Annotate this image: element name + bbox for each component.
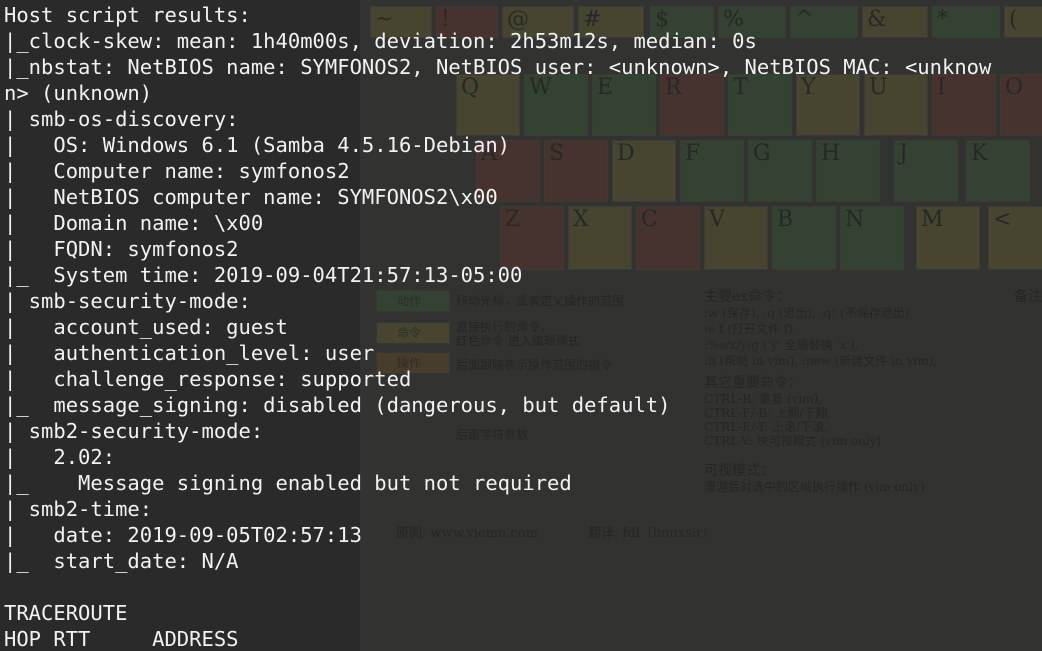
terminal-line: | account_used: guest: [4, 315, 288, 339]
terminal-line: |_ System time: 2019-09-04T21:57:13-05:0…: [4, 263, 523, 287]
terminal-line: | smb2-time:: [4, 497, 153, 521]
terminal-line: HOP RTT ADDRESS: [4, 627, 239, 651]
terminal-line: |_ message_signing: disabled (dangerous,…: [4, 393, 671, 417]
terminal-line: | smb2-security-mode:: [4, 419, 264, 443]
wallpaper-key: O: [1000, 74, 1042, 136]
terminal-line: | authentication_level: user: [4, 341, 375, 365]
terminal-line: |_clock-skew: mean: 1h40m00s, deviation:…: [4, 29, 757, 53]
terminal-output: Host script results: |_clock-skew: mean: …: [4, 2, 991, 651]
terminal-line: | 2.02:: [4, 445, 116, 469]
notes-title: 备注: [1014, 289, 1042, 305]
wallpaper-key: (: [1004, 6, 1042, 38]
terminal-line: | smb-security-mode:: [4, 289, 251, 313]
terminal-line: | Domain name: \x00: [4, 211, 264, 235]
terminal-line: |_ start_date: N/A: [4, 549, 239, 573]
terminal-line: | OS: Windows 6.1 (Samba 4.5.16-Debian): [4, 133, 511, 157]
terminal-line: |_nbstat: NetBIOS name: SYMFONOS2, NetBI…: [4, 55, 992, 79]
terminal-window[interactable]: ~ ! @ # $ % ^ & * ( Q W E R T Y U I O A …: [0, 0, 1042, 651]
terminal-line: | challenge_response: supported: [4, 367, 412, 391]
terminal-line: | FQDN: symfonos2: [4, 237, 239, 261]
terminal-line: n> (unknown): [4, 81, 153, 105]
terminal-line: | smb-os-discovery:: [4, 107, 239, 131]
terminal-line: | NetBIOS computer name: SYMFONOS2\x00: [4, 185, 498, 209]
terminal-line: |_ Message signing enabled but not requi…: [4, 471, 572, 495]
terminal-line: | date: 2019-09-05T02:57:13: [4, 523, 362, 547]
terminal-line: | Computer name: symfonos2: [4, 159, 350, 183]
wallpaper-key: <: [988, 206, 1042, 270]
terminal-line: Host script results:: [4, 3, 251, 27]
terminal-line: TRACEROUTE: [4, 601, 128, 625]
